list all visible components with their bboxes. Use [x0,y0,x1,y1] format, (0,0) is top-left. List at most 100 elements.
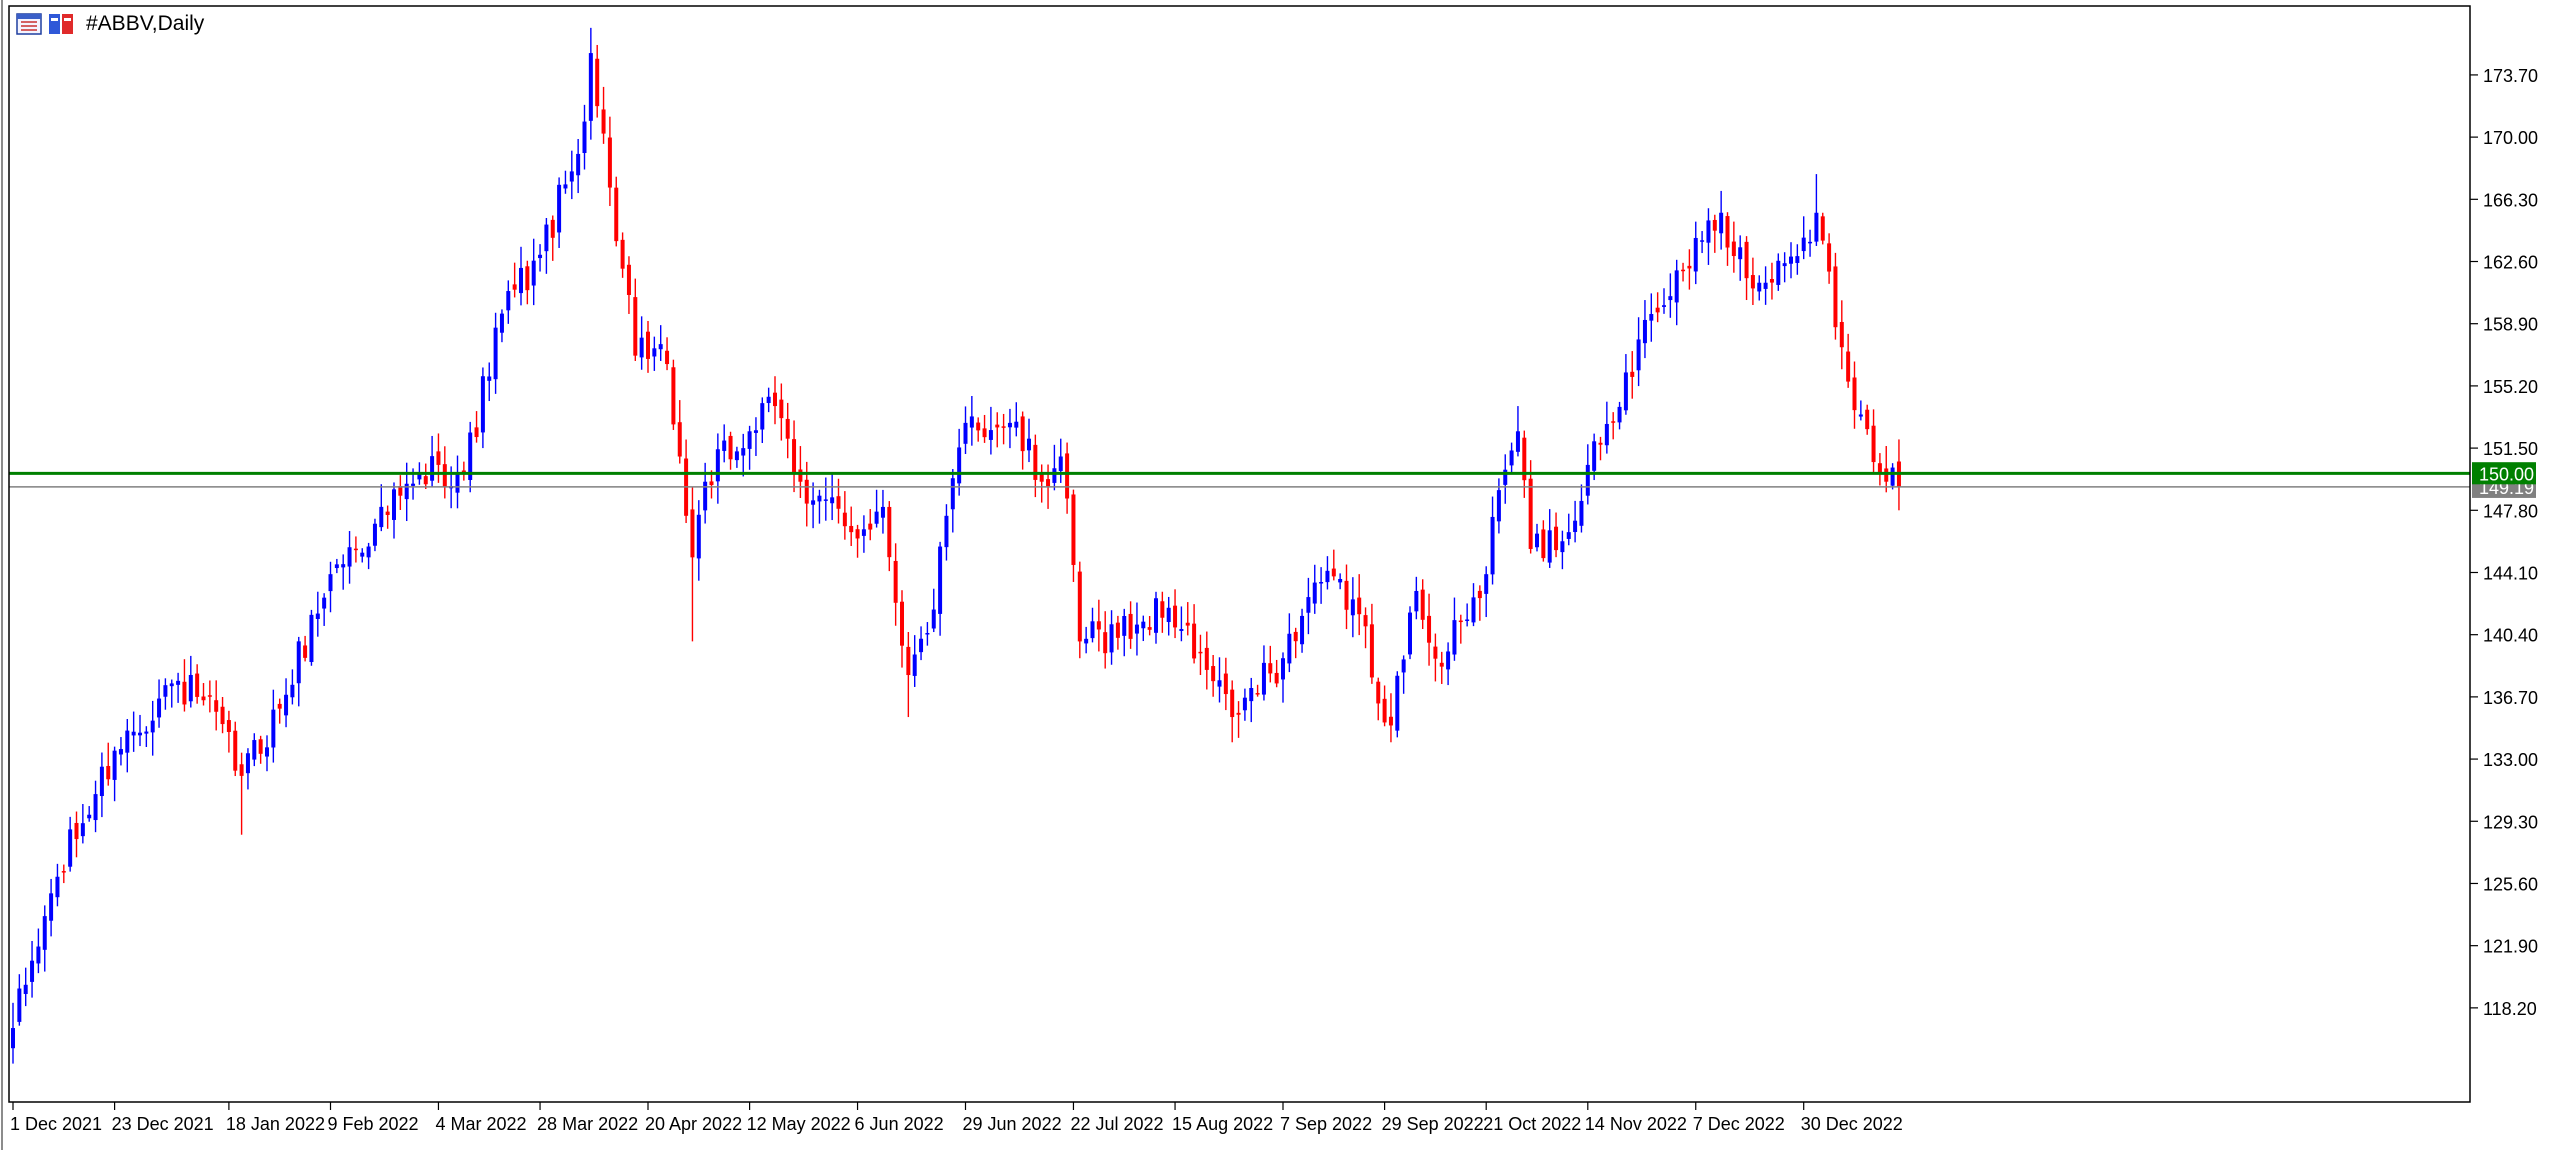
candle-body[interactable] [633,297,638,356]
candle-body[interactable] [1623,372,1628,411]
candle-body[interactable] [830,497,835,504]
candle-body[interactable] [303,645,308,658]
candle-body[interactable] [36,946,41,964]
candle-body[interactable] [741,448,746,456]
candle-body[interactable] [646,331,650,359]
candle-body[interactable] [106,765,111,780]
candle-body[interactable] [1871,425,1876,463]
candle-body[interactable] [525,266,530,291]
candle-body[interactable] [226,720,231,732]
candle-body[interactable] [906,646,911,676]
candle-body[interactable] [1496,490,1501,522]
candle-body[interactable] [703,481,708,511]
candle-body[interactable] [99,766,104,797]
candle-body[interactable] [1401,659,1406,673]
candle-body[interactable] [804,479,809,504]
candle-body[interactable] [144,731,149,734]
candle-body[interactable] [1306,597,1311,613]
candle-body[interactable] [1484,574,1489,594]
candle-body[interactable] [1808,241,1813,244]
candle-body[interactable] [880,506,885,518]
candle-body[interactable] [334,564,339,569]
candle-body[interactable] [957,447,962,484]
candle-body[interactable] [1731,241,1736,257]
candle-body[interactable] [182,681,187,705]
candle-body[interactable] [1014,421,1019,428]
candle-body[interactable] [773,392,777,407]
candle-body[interactable] [1579,500,1584,526]
candle-body[interactable] [93,794,98,821]
candle-body[interactable] [1357,597,1362,615]
candle-body[interactable] [315,613,320,619]
candle-body[interactable] [1446,651,1451,670]
candle-body[interactable] [925,633,930,635]
candle-body[interactable] [601,109,606,134]
candle-body[interactable] [118,749,123,755]
candle-body[interactable] [360,552,365,557]
candle-body[interactable] [538,254,543,259]
candle-body[interactable] [61,871,66,873]
candle-body[interactable] [785,418,790,439]
candle-body[interactable] [277,703,282,709]
candle-body[interactable] [1681,269,1686,272]
candle-body[interactable] [792,439,797,473]
candle-body[interactable] [1134,624,1139,634]
candle-body[interactable] [1242,697,1247,711]
candle-body[interactable] [1566,532,1571,539]
candle-body[interactable] [1376,681,1381,704]
candle-body[interactable] [1039,473,1044,482]
candle-body[interactable] [1331,568,1336,577]
candle-body[interactable] [779,399,784,419]
candle-body[interactable] [1103,632,1108,654]
candle-body[interactable] [1268,663,1273,674]
candle-body[interactable] [1090,621,1095,639]
candle-body[interactable] [1185,622,1190,626]
candle-body[interactable] [1471,597,1476,623]
candle-body[interactable] [893,560,898,603]
candle-body[interactable] [258,739,263,754]
candle-body[interactable] [995,424,1000,428]
candle-body[interactable] [1058,456,1063,471]
candle-body[interactable] [1109,624,1114,653]
candle-body[interactable] [1757,282,1762,292]
candle-body[interactable] [411,483,416,486]
candle-body[interactable] [1865,409,1870,430]
candle-body[interactable] [614,187,619,242]
candle-body[interactable] [436,451,441,465]
candle-body[interactable] [607,137,612,188]
candle-body[interactable] [874,511,879,524]
candle-body[interactable] [1617,406,1622,423]
candle-body[interactable] [1636,339,1641,371]
candle-body[interactable] [1541,529,1546,559]
candle-body[interactable] [347,547,352,567]
candle-body[interactable] [353,548,358,551]
candle-body[interactable] [715,449,720,482]
candle-body[interactable] [900,601,904,646]
candle-body[interactable] [1249,687,1254,702]
candle-body[interactable] [1598,442,1603,445]
candle-body[interactable] [1115,622,1120,638]
candle-body[interactable] [499,313,504,333]
candle-body[interactable] [576,153,581,176]
candle-body[interactable] [233,730,238,771]
candle-body[interactable] [1344,580,1349,610]
candle-body[interactable] [455,473,460,493]
candle-body[interactable] [988,430,993,440]
candle-body[interactable] [1300,615,1305,645]
candle-body[interactable] [1585,464,1590,496]
candle-body[interactable] [1700,240,1705,242]
candle-body[interactable] [474,427,479,438]
candle-body[interactable] [1350,599,1355,616]
candle-body[interactable] [290,684,295,698]
candle-body[interactable] [271,709,276,748]
candle-body[interactable] [284,694,289,716]
candle-body[interactable] [1084,638,1089,644]
candle-body[interactable] [696,514,701,559]
candle-body[interactable] [1179,629,1184,631]
candle-body[interactable] [1420,589,1425,620]
candle-body[interactable] [512,284,517,290]
candle-body[interactable] [1414,590,1419,612]
candle-body[interactable] [753,430,758,433]
candle-body[interactable] [1674,270,1679,303]
candle-body[interactable] [1528,478,1533,549]
